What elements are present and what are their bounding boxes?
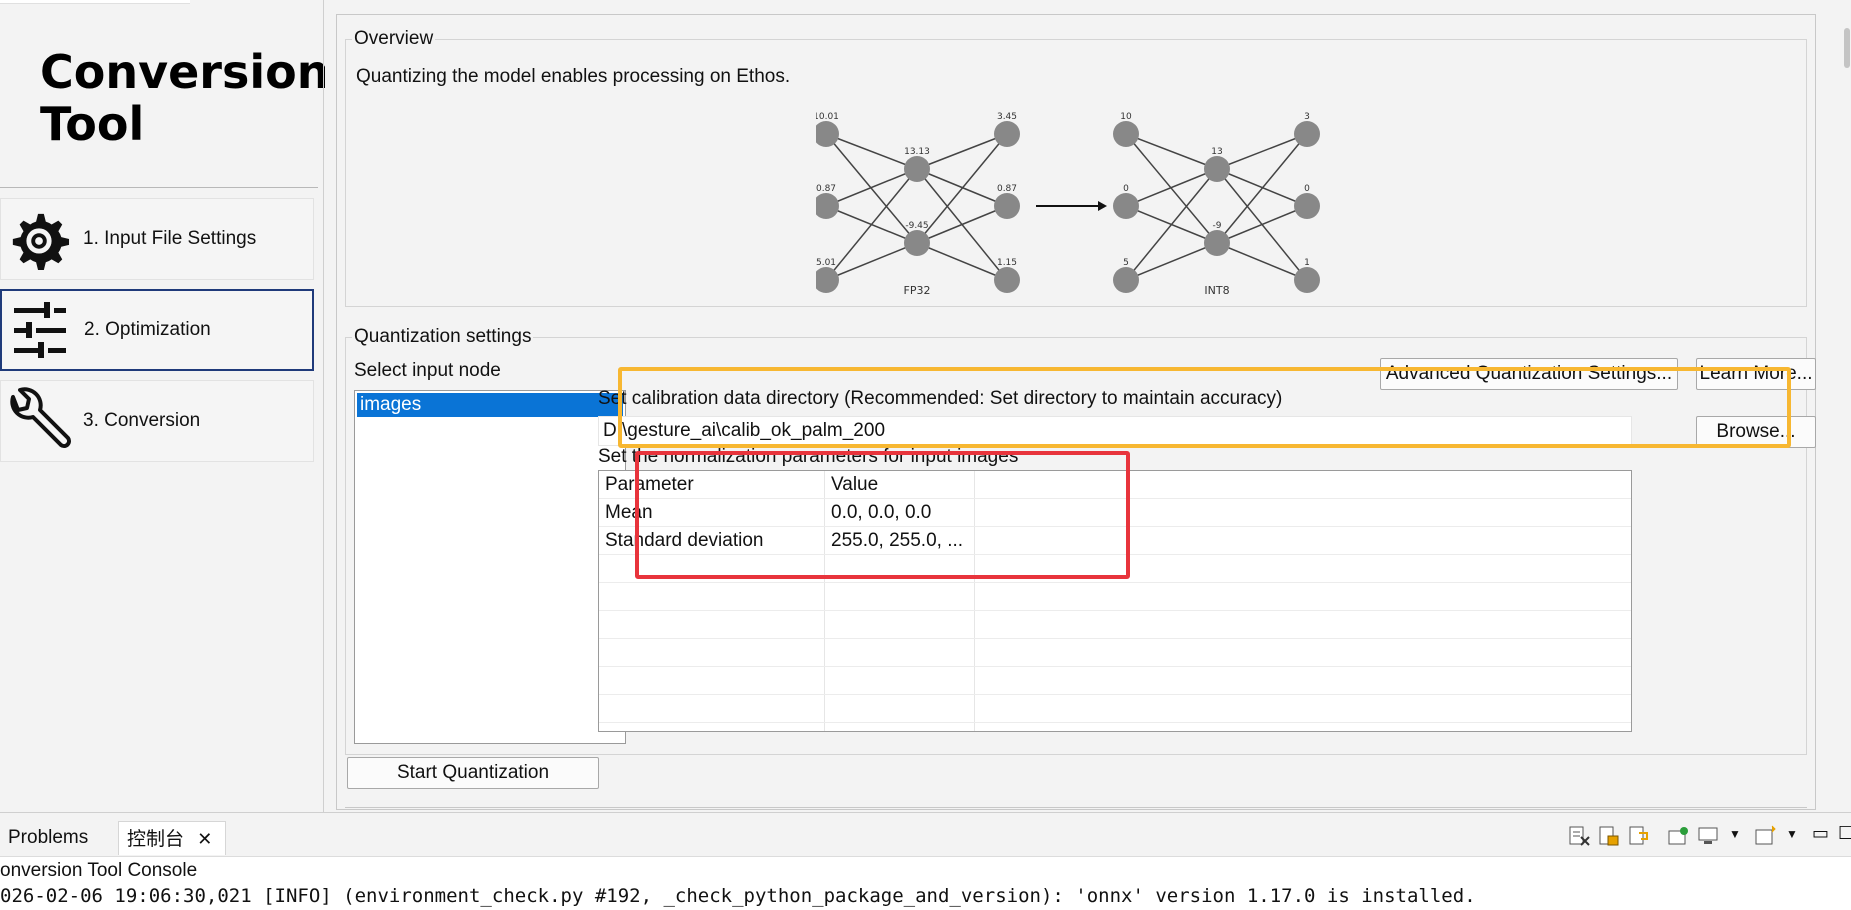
select-input-node-label: Select input node xyxy=(354,360,501,381)
overview-group-title: Overview xyxy=(352,28,436,50)
empty-row xyxy=(599,583,1631,611)
vertical-scrollbar[interactable] xyxy=(1844,28,1850,68)
empty-row xyxy=(599,667,1631,695)
int8-mid-1: -9 xyxy=(1213,221,1222,231)
app-title: Conversion Tool xyxy=(40,45,330,151)
int8-right-2: 1 xyxy=(1304,258,1310,268)
tab-problems[interactable]: Problems xyxy=(0,821,96,855)
fp32-caption: FP32 xyxy=(904,284,931,297)
console-log-line: 026-02-06 19:06:30,021 [INFO] (environme… xyxy=(0,885,1476,907)
app-window: Conversion Tool 1. Input File Settings 2… xyxy=(0,0,1851,910)
normalization-highlight-box xyxy=(635,451,1130,579)
int8-caption: INT8 xyxy=(1204,284,1229,297)
console-view: Problems 控制台 ✕ ▼ ▼ ▭ ☐ onversion Tool Co… xyxy=(0,812,1851,910)
nav-item-label: 3. Conversion xyxy=(83,410,201,431)
quantization-diagram: 10.01 0.87 5.01 13.13 -9.45 3.45 0.87 1.… xyxy=(816,112,1320,297)
fp32-right-1: 0.87 xyxy=(997,184,1017,194)
nav-item-input-file-settings[interactable]: 1. Input File Settings xyxy=(0,198,314,280)
int8-right-1: 0 xyxy=(1304,184,1310,194)
nav-item-label: 1. Input File Settings xyxy=(83,228,257,249)
overview-group: Overview Quantizing the model enables pr… xyxy=(345,28,1807,307)
calibration-highlight-box xyxy=(618,367,1791,448)
nav-item-label: 2. Optimization xyxy=(84,319,211,340)
chevron-down-icon[interactable]: ▼ xyxy=(1786,827,1798,841)
panel-bottom-edge xyxy=(345,807,1807,808)
empty-row xyxy=(599,611,1631,639)
wrench-icon xyxy=(1,383,77,459)
scroll-lock-icon[interactable] xyxy=(1597,825,1621,847)
pin-console-icon[interactable] xyxy=(1667,825,1691,847)
tab-console[interactable]: 控制台 ✕ xyxy=(118,821,226,855)
word-wrap-icon[interactable] xyxy=(1627,825,1651,847)
clear-console-icon[interactable] xyxy=(1567,825,1591,847)
pane-separator[interactable] xyxy=(323,0,324,812)
fp32-right-0: 3.45 xyxy=(997,112,1017,122)
left-navigation: Conversion Tool 1. Input File Settings 2… xyxy=(0,0,330,812)
int8-left-2: 5 xyxy=(1123,258,1129,268)
start-quantization-button[interactable]: Start Quantization xyxy=(347,757,599,789)
close-icon[interactable]: ✕ xyxy=(197,829,212,849)
arrow-right-icon xyxy=(1098,201,1107,211)
fp32-mid-1: -9.45 xyxy=(905,221,928,231)
fp32-mid-0: 13.13 xyxy=(904,147,930,157)
list-item[interactable]: images xyxy=(357,393,623,417)
chevron-down-icon[interactable]: ▼ xyxy=(1729,827,1741,841)
fp32-left-1: 0.87 xyxy=(816,184,836,194)
nav-divider xyxy=(0,187,318,188)
int8-mid-0: 13 xyxy=(1211,147,1222,157)
display-console-icon[interactable] xyxy=(1697,825,1721,847)
int8-left-1: 0 xyxy=(1123,184,1129,194)
fp32-right-2: 1.15 xyxy=(997,258,1017,268)
open-console-icon[interactable] xyxy=(1754,825,1778,847)
nav-item-optimization[interactable]: 2. Optimization xyxy=(0,289,314,371)
top-tab-strip xyxy=(0,0,190,4)
nav-item-conversion[interactable]: 3. Conversion xyxy=(0,380,314,462)
empty-row xyxy=(599,639,1631,667)
int8-left-0: 10 xyxy=(1120,112,1132,122)
sliders-icon xyxy=(2,292,78,368)
fp32-left-0: 10.01 xyxy=(816,112,839,122)
empty-row xyxy=(599,695,1631,723)
console-tab-bar: Problems 控制台 ✕ ▼ ▼ ▭ ☐ xyxy=(0,813,1851,857)
int8-right-0: 3 xyxy=(1304,112,1310,122)
overview-description: Quantizing the model enables processing … xyxy=(356,66,791,87)
maximize-icon[interactable]: ☐ xyxy=(1838,823,1851,844)
minimize-icon[interactable]: ▭ xyxy=(1812,823,1829,844)
tab-console-label: 控制台 xyxy=(127,829,185,850)
fp32-left-2: 5.01 xyxy=(816,258,836,268)
console-title: onversion Tool Console xyxy=(0,860,198,881)
quantization-group-title: Quantization settings xyxy=(352,326,534,348)
input-node-list[interactable]: images xyxy=(354,390,626,744)
gear-icon xyxy=(1,201,77,277)
